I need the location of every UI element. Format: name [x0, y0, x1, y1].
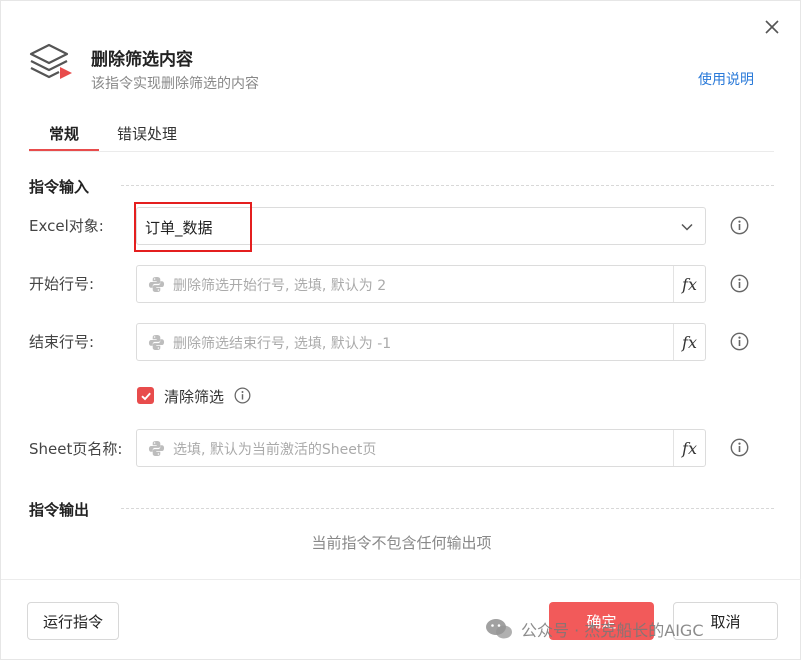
python-icon — [148, 276, 165, 293]
end-row-label: 结束行号: — [29, 333, 95, 351]
watermark-text: 公众号 · 杰克船长的AIGC — [521, 621, 704, 640]
tab-error-handling[interactable]: 错误处理 — [117, 123, 177, 151]
info-icon[interactable] — [730, 332, 749, 351]
section-divider — [121, 185, 774, 186]
tab-bar: 常规 错误处理 — [29, 119, 774, 152]
empty-output-message: 当前指令不包含任何输出项 — [311, 534, 492, 552]
sheet-name-input[interactable]: 选填, 默认为当前激活的Sheet页 fx — [136, 429, 706, 467]
python-icon — [148, 334, 165, 351]
info-icon[interactable] — [730, 274, 749, 293]
command-title: 删除筛选内容 — [91, 50, 193, 70]
clear-filter-checkbox[interactable] — [137, 387, 154, 404]
python-icon — [148, 440, 165, 457]
layers-icon — [29, 41, 75, 87]
fx-button[interactable]: fx — [673, 324, 705, 360]
excel-object-label: Excel对象: — [29, 217, 104, 235]
highlight-box — [134, 202, 252, 252]
fx-button[interactable]: fx — [673, 266, 705, 302]
end-row-placeholder: 删除筛选结束行号, 选填, 默认为 -1 — [173, 336, 392, 352]
section-divider — [121, 508, 774, 509]
close-icon[interactable] — [762, 17, 782, 37]
tab-general[interactable]: 常规 — [29, 123, 99, 151]
output-section-title: 指令输出 — [29, 501, 90, 519]
sheet-name-label: Sheet页名称: — [29, 440, 123, 458]
info-icon[interactable] — [234, 387, 251, 404]
chevron-down-icon — [681, 223, 693, 231]
info-icon[interactable] — [730, 438, 749, 457]
checkmark-icon — [140, 392, 151, 400]
watermark: 公众号 · 杰克船长的AIGC — [485, 617, 704, 641]
start-row-placeholder: 删除筛选开始行号, 选填, 默认为 2 — [173, 278, 387, 294]
end-row-input[interactable]: 删除筛选结束行号, 选填, 默认为 -1 fx — [136, 323, 706, 361]
wechat-icon — [486, 619, 512, 639]
run-command-button[interactable]: 运行指令 — [27, 602, 119, 640]
footer-divider — [1, 579, 801, 580]
dialog: 删除筛选内容 该指令实现删除筛选的内容 使用说明 常规 错误处理 指令输入 Ex… — [0, 0, 801, 660]
input-section-title: 指令输入 — [29, 178, 90, 196]
command-description: 该指令实现删除筛选的内容 — [91, 76, 259, 92]
start-row-input[interactable]: 删除筛选开始行号, 选填, 默认为 2 fx — [136, 265, 706, 303]
help-link[interactable]: 使用说明 — [698, 69, 754, 89]
clear-filter-label: 清除筛选 — [164, 388, 225, 406]
sheet-name-placeholder: 选填, 默认为当前激活的Sheet页 — [173, 442, 377, 458]
start-row-label: 开始行号: — [29, 275, 95, 293]
info-icon[interactable] — [730, 216, 749, 235]
fx-button[interactable]: fx — [673, 430, 705, 466]
